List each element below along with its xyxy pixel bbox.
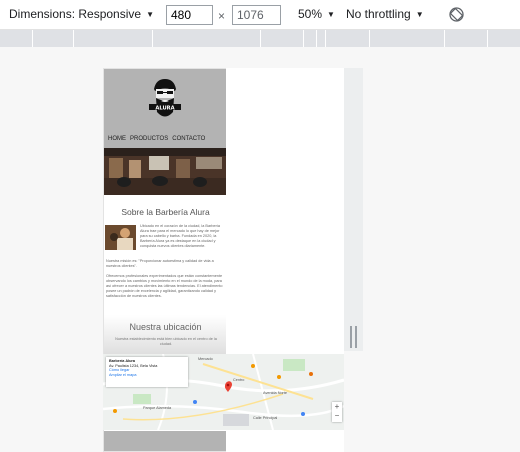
hero-image: [104, 148, 227, 195]
nav-item-contacto[interactable]: CONTACTO: [172, 136, 205, 142]
location-title: Nuestra ubicación: [129, 322, 202, 332]
map-label: Mercado: [198, 357, 213, 361]
site-header: ALURA HOME PRODUCTOS CONTACTO: [104, 69, 227, 148]
ruler-tick: [487, 30, 488, 47]
site-footer: [104, 431, 227, 451]
zoom-label: 50%: [298, 7, 323, 21]
ruler-tick: [316, 30, 317, 47]
brand-text: ALURA: [155, 105, 174, 111]
chevron-down-icon: ▼: [415, 9, 424, 19]
map-label: Calle Principal: [253, 416, 278, 420]
zoom-dropdown[interactable]: 50% ▼: [298, 7, 335, 21]
about-title: Sobre la Barbería Alura: [121, 207, 210, 217]
map-zoom-in-button[interactable]: +: [332, 402, 342, 411]
ruler-tick: [303, 30, 304, 47]
ruler-tick: [260, 30, 261, 47]
nav-item-home[interactable]: HOME: [108, 136, 126, 142]
ruler-tick: [152, 30, 153, 47]
dimensions-dropdown[interactable]: Dimensions: Responsive ▼: [9, 7, 154, 21]
chevron-down-icon: ▼: [146, 9, 154, 19]
barber-logo-icon[interactable]: ALURA: [147, 77, 183, 133]
ruler-tick: [32, 30, 33, 47]
rotate-icon[interactable]: [448, 6, 465, 23]
about-services-text: Ofrecemos profesionales experimentados q…: [106, 274, 223, 298]
ruler-tick: [369, 30, 370, 47]
ruler-tick: [73, 30, 74, 47]
about-mission: Nuestra misión es: "Proporcionar autoest…: [106, 259, 224, 299]
site-nav: HOME PRODUCTOS CONTACTO: [108, 136, 205, 142]
chevron-down-icon: ▼: [327, 9, 335, 19]
map-zoom-control: + −: [332, 402, 342, 422]
times-sign: ×: [218, 9, 226, 23]
map-larger-link[interactable]: Ampliar el mapa: [109, 373, 185, 378]
scroll-gutter: [344, 68, 363, 351]
width-input[interactable]: [166, 5, 213, 25]
nav-item-productos[interactable]: PRODUCTOS: [130, 136, 168, 142]
map-label: Parque Alameda: [143, 406, 172, 410]
location-subtitle: Nuestra establecimiento está bien ubicad…: [115, 337, 217, 346]
map-label: Centro: [233, 378, 245, 382]
ruler-tick: [325, 30, 326, 47]
about-section: Sobre la Barbería Alura Ubicado en el co…: [104, 195, 227, 325]
media-query-ruler[interactable]: [0, 30, 520, 47]
throttling-dropdown[interactable]: No throttling ▼: [346, 7, 424, 21]
about-paragraph: Ubicado en el corazón de la ciudad, la B…: [140, 224, 220, 248]
location-section: Nuestra ubicación Nuestra establecimient…: [104, 315, 227, 355]
throttling-label: No throttling: [346, 7, 411, 21]
device-toolbar: Dimensions: Responsive ▼ × 50% ▼ No thro…: [0, 0, 520, 30]
embedded-map[interactable]: Barbería Alura Av. Paulista 1234, Bela V…: [103, 354, 344, 430]
map-label: Avenida Norte: [263, 391, 287, 395]
ruler-tick: [444, 30, 445, 47]
map-zoom-out-button[interactable]: −: [332, 411, 342, 420]
height-input[interactable]: [232, 5, 281, 25]
map-info-card: Barbería Alura Av. Paulista 1234, Bela V…: [106, 357, 188, 387]
dimensions-label: Dimensions: Responsive: [9, 7, 142, 21]
resize-handle[interactable]: [350, 326, 357, 348]
about-photo: [105, 225, 136, 250]
about-mission-text: Nuestra misión es: "Proporcionar autoest…: [106, 259, 214, 268]
